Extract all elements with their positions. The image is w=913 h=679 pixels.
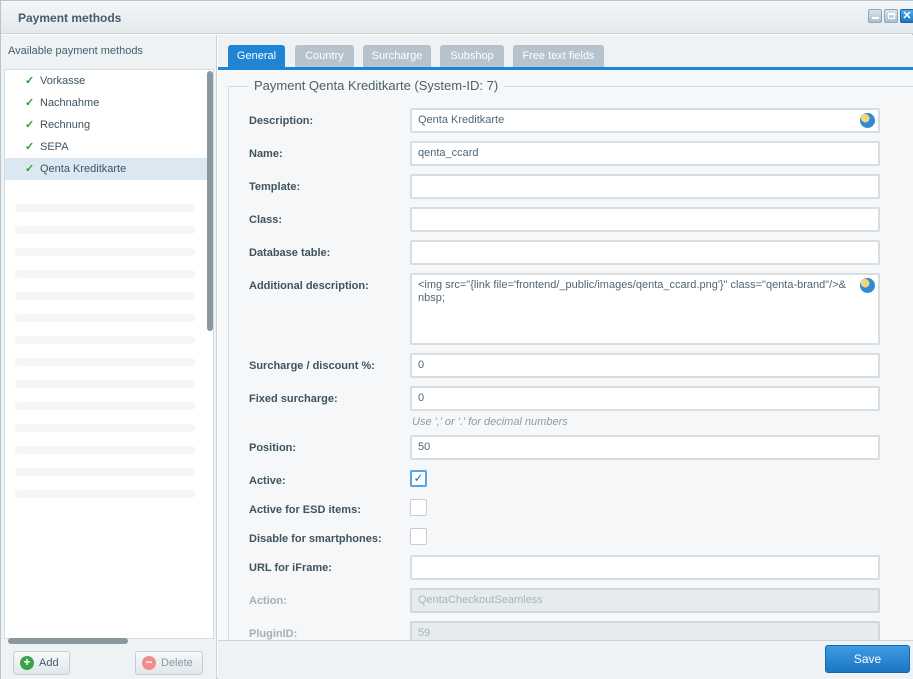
tab-surcharge[interactable]: Surcharge [363, 45, 431, 68]
additional-description-value: <img src="{link file='frontend/_public/i… [418, 279, 846, 304]
list-item-rechnung[interactable]: ✓ Rechnung [5, 114, 213, 136]
globe-translate-icon[interactable] [860, 278, 875, 293]
tab-subshop[interactable]: Subshop [440, 45, 504, 68]
decimal-help-text: Use ',' or '.' for decimal numbers [412, 416, 568, 428]
list-item-nachnahme[interactable]: ✓ Nachnahme [5, 92, 213, 114]
delete-button[interactable]: − Delete [135, 651, 203, 675]
class-field[interactable] [410, 207, 880, 232]
minus-icon: − [142, 656, 156, 670]
fieldset-legend: Payment Qenta Kreditkarte (System-ID: 7) [248, 78, 505, 93]
description-label: Description: [249, 115, 314, 127]
maximize-icon [888, 13, 895, 19]
description-field[interactable]: Qenta Kreditkarte [410, 108, 880, 133]
check-icon: ✓ [25, 141, 35, 153]
database-table-field[interactable] [410, 240, 880, 265]
template-label: Template: [249, 181, 301, 193]
tab-free-text-fields[interactable]: Free text fields [513, 45, 604, 68]
list-item-label: Nachnahme [40, 97, 100, 109]
disable-smartphones-label: Disable for smartphones: [249, 533, 382, 545]
active-esd-label: Active for ESD items: [249, 504, 361, 516]
list-item-label: Rechnung [40, 119, 91, 131]
window-controls: ✕ [868, 9, 913, 25]
plus-icon: + [20, 656, 34, 670]
additional-description-textarea[interactable]: <img src="{link file='frontend/_public/i… [410, 273, 880, 345]
template-field[interactable] [410, 174, 880, 199]
tab-general[interactable]: General [228, 45, 285, 68]
payment-method-tree: ✓ Vorkasse ✓ Nachnahme ✓ Rechnung ✓ SEPA… [4, 69, 214, 639]
check-icon: ✓ [25, 163, 35, 175]
position-field[interactable]: 50 [410, 435, 880, 460]
save-button[interactable]: Save [825, 645, 910, 673]
class-label: Class: [249, 214, 283, 226]
active-label: Active: [249, 475, 286, 487]
action-field: QentaCheckoutSeamless [410, 588, 880, 613]
position-label: Position: [249, 442, 297, 454]
surcharge-discount-label: Surcharge / discount %: [249, 360, 375, 372]
close-icon: ✕ [902, 10, 912, 22]
list-item-sepa[interactable]: ✓ SEPA [5, 136, 213, 158]
url-iframe-field[interactable] [410, 555, 880, 580]
title-bar[interactable]: Payment methods ✕ [1, 1, 913, 34]
obscured-list-items [15, 190, 195, 512]
add-button[interactable]: + Add [13, 651, 70, 675]
check-icon: ✓ [25, 119, 35, 131]
url-iframe-label: URL for iFrame: [249, 562, 332, 574]
fixed-surcharge-label: Fixed surcharge: [249, 393, 338, 405]
list-item-qenta-kreditkarte[interactable]: ✓ Qenta Kreditkarte [5, 158, 213, 180]
window-title: Payment methods [18, 11, 122, 25]
vertical-scrollbar[interactable] [207, 71, 213, 331]
close-button[interactable]: ✕ [900, 9, 913, 23]
tab-country[interactable]: Country [295, 45, 354, 68]
footer-toolbar: Save [218, 640, 913, 679]
list-item-label: Vorkasse [40, 75, 86, 87]
list-item-vorkasse[interactable]: ✓ Vorkasse [5, 70, 213, 92]
disable-smartphones-checkbox[interactable] [410, 528, 427, 545]
add-label: Add [39, 657, 59, 669]
horizontal-scrollbar[interactable] [8, 638, 128, 644]
checkmark-icon: ✓ [413, 471, 424, 485]
surcharge-discount-field[interactable]: 0 [410, 353, 880, 378]
active-checkbox[interactable]: ✓ [410, 470, 427, 487]
check-icon: ✓ [25, 97, 35, 109]
name-label: Name: [249, 148, 283, 160]
maximize-button[interactable] [884, 9, 898, 23]
minimize-icon [872, 17, 879, 19]
name-field[interactable]: qenta_ccard [410, 141, 880, 166]
payment-list-panel: Available payment methods ✓ Vorkasse ✓ N… [1, 35, 217, 679]
delete-label: Delete [161, 657, 193, 669]
general-form: Payment Qenta Kreditkarte (System-ID: 7)… [218, 70, 913, 640]
panel-heading: Available payment methods [8, 45, 143, 57]
additional-description-label: Additional description: [249, 280, 369, 292]
plugin-id-field: 59 [410, 621, 880, 640]
list-item-label: SEPA [40, 141, 69, 153]
active-esd-checkbox[interactable] [410, 499, 427, 516]
plugin-id-label: PluginID: [249, 628, 298, 640]
list-item-label: Qenta Kreditkarte [40, 163, 127, 175]
fixed-surcharge-field[interactable]: 0 [410, 386, 880, 411]
action-label: Action: [249, 595, 287, 607]
tab-bar: General Country Surcharge Subshop Free t… [218, 35, 913, 69]
check-icon: ✓ [25, 75, 35, 87]
minimize-button[interactable] [868, 9, 882, 23]
database-table-label: Database table: [249, 247, 331, 259]
description-value: Qenta Kreditkarte [418, 114, 505, 126]
payment-methods-window: Payment methods ✕ Available payment meth… [0, 0, 913, 679]
globe-translate-icon[interactable] [860, 113, 875, 128]
